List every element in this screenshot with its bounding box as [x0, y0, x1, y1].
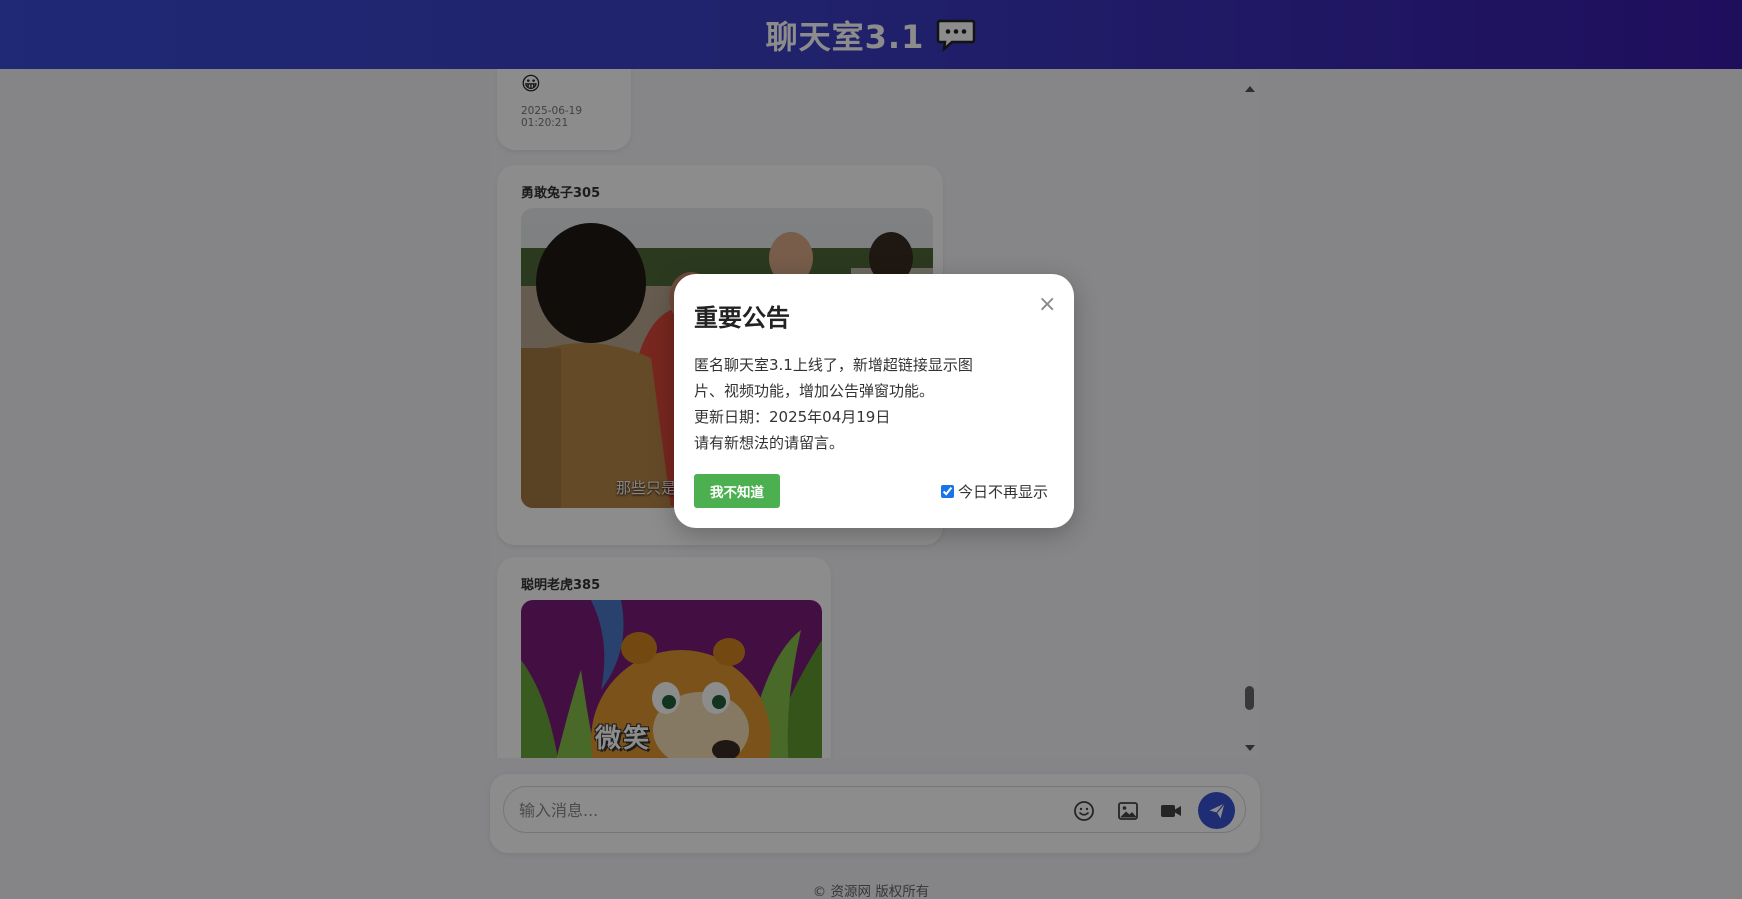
acknowledge-button[interactable]: 我不知道	[694, 474, 780, 508]
close-icon[interactable]: ×	[1038, 294, 1056, 316]
modal-body: 匿名聊天室3.1上线了，新增超链接显示图片、视频功能，增加公告弹窗功能。 更新日…	[694, 352, 994, 456]
announcement-modal: 重要公告 × 匿名聊天室3.1上线了，新增超链接显示图片、视频功能，增加公告弹窗…	[674, 274, 1074, 528]
update-date-text: 更新日期：2025年04月19日	[694, 408, 891, 426]
dont-show-today-checkbox[interactable]	[941, 485, 954, 498]
dont-show-today-toggle[interactable]: 今日不再显示	[941, 481, 1048, 502]
dont-show-today-label: 今日不再显示	[958, 483, 1049, 501]
feedback-text: 请有新想法的请留言。	[694, 434, 845, 452]
announcement-text: 匿名聊天室3.1上线了，新增超链接显示图片、视频功能，增加公告弹窗功能。	[694, 356, 973, 400]
modal-title: 重要公告	[694, 304, 790, 332]
